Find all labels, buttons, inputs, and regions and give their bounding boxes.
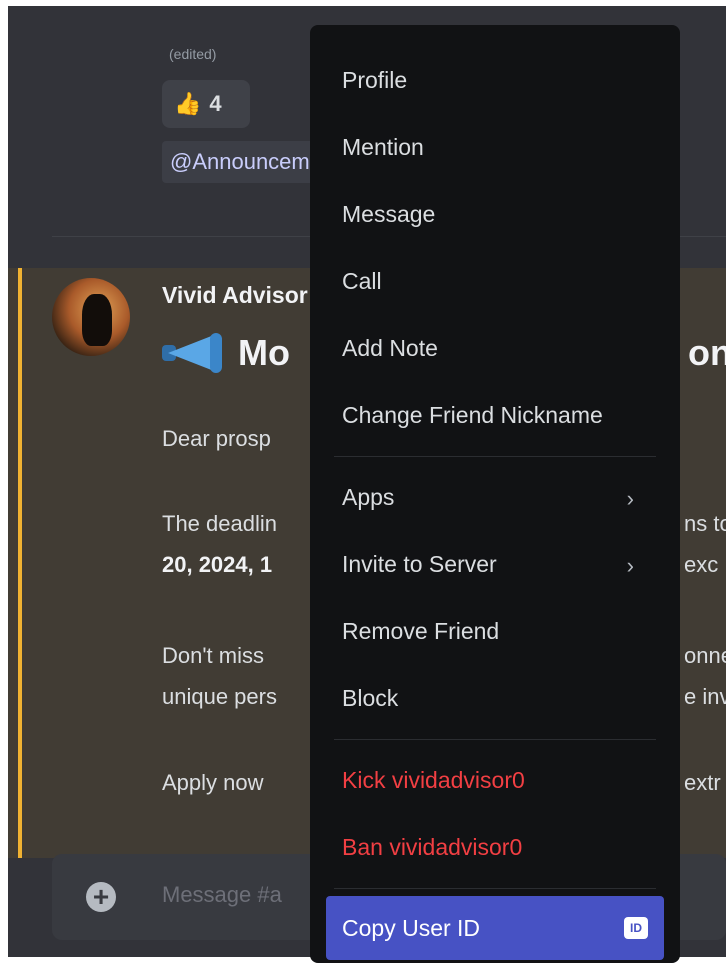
- cat-silhouette-icon: [82, 294, 112, 346]
- menu-item-add-note[interactable]: Add Note: [310, 315, 680, 382]
- menu-item-change-nickname[interactable]: Change Friend Nickname: [310, 382, 680, 449]
- menu-item-message[interactable]: Message: [310, 181, 680, 248]
- id-icon: ID: [624, 917, 648, 939]
- thumbs-up-icon: 👍: [174, 91, 202, 116]
- copy-user-id-label: Copy User ID: [342, 914, 481, 941]
- menu-separator: [334, 888, 656, 889]
- user-context-menu: Profile Mention Message Call Add Note Ch…: [310, 25, 680, 963]
- menu-item-profile[interactable]: Profile: [310, 47, 680, 114]
- message-input[interactable]: Message #a: [162, 882, 282, 908]
- menu-item-copy-user-id[interactable]: Copy User ID ID: [326, 896, 664, 960]
- body-line-6-right: extr: [684, 770, 721, 795]
- body-line-5-right: e inv: [684, 684, 726, 709]
- megaphone-icon: [160, 333, 228, 373]
- menu-item-invite-to-server[interactable]: Invite to Server ›: [310, 531, 680, 598]
- highlight-bar: [18, 268, 22, 858]
- body-line-1-left: Dear prosp: [162, 426, 271, 451]
- body-line-4-right: onne: [684, 643, 726, 668]
- menu-separator: [334, 456, 656, 457]
- body-line-5-left: unique pers: [162, 684, 277, 709]
- menu-item-remove-friend[interactable]: Remove Friend: [310, 598, 680, 665]
- menu-item-mention[interactable]: Mention: [310, 114, 680, 181]
- menu-item-kick[interactable]: Kick vividadvisor0: [310, 747, 680, 814]
- menu-item-apps[interactable]: Apps ›: [310, 464, 680, 531]
- reaction-thumbs-up[interactable]: 👍 4: [162, 80, 250, 128]
- heading-text-tail: on: [688, 332, 726, 373]
- heading-text-start: Mo: [238, 332, 290, 373]
- body-line-3-left: 20, 2024, 1: [162, 552, 273, 577]
- chevron-right-icon: ›: [626, 486, 634, 511]
- body-line-4-left: Don't miss: [162, 643, 264, 668]
- edited-label: (edited): [169, 46, 217, 62]
- message-author[interactable]: Vivid Advisor: [162, 282, 308, 309]
- reaction-count: 4: [209, 91, 222, 116]
- menu-item-invite-label: Invite to Server: [342, 551, 497, 577]
- body-line-2-left: The deadlin: [162, 511, 277, 536]
- chevron-right-icon: ›: [626, 553, 634, 578]
- body-line-3-right: exc: [684, 552, 719, 577]
- avatar[interactable]: [52, 278, 130, 356]
- menu-item-block[interactable]: Block: [310, 665, 680, 732]
- menu-item-ban[interactable]: Ban vividadvisor0: [310, 814, 680, 881]
- add-attachment-icon[interactable]: +: [86, 882, 116, 912]
- menu-separator: [334, 739, 656, 740]
- message-heading: Mo: [160, 332, 290, 374]
- body-line-2-right: ns to: [684, 511, 726, 536]
- menu-item-apps-label: Apps: [342, 484, 395, 510]
- body-line-6-left: Apply now: [162, 770, 264, 795]
- menu-item-call[interactable]: Call: [310, 248, 680, 315]
